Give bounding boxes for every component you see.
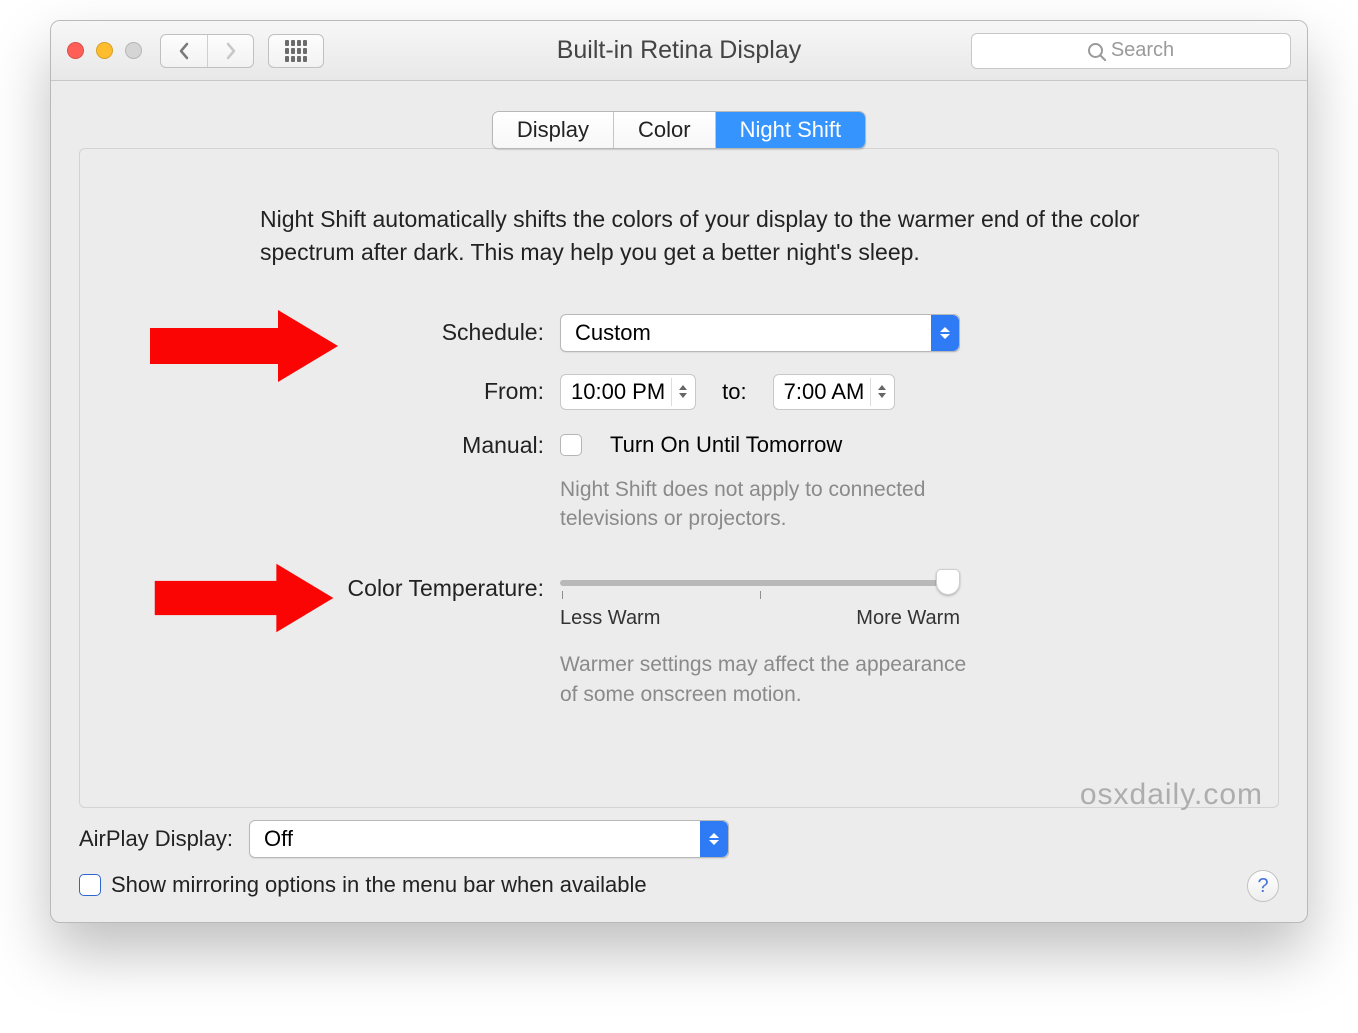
titlebar: Built-in Retina Display Search xyxy=(51,21,1307,81)
close-window-button[interactable] xyxy=(67,42,84,59)
window-controls xyxy=(67,42,142,59)
airplay-label: AirPlay Display: xyxy=(79,826,249,852)
preferences-window: Built-in Retina Display Search Display C… xyxy=(50,20,1308,923)
window-body: Display Color Night Shift Night Shift au… xyxy=(51,81,1307,922)
from-time-field[interactable]: 10:00 PM xyxy=(560,374,696,410)
popup-arrows-icon xyxy=(931,315,959,351)
description-text: Night Shift automatically shifts the col… xyxy=(260,203,1148,270)
slider-max-label: More Warm xyxy=(856,607,960,630)
slider-min-label: Less Warm xyxy=(560,607,660,630)
to-time-value: 7:00 AM xyxy=(784,379,865,405)
to-time-field[interactable]: 7:00 AM xyxy=(773,374,896,410)
manual-checkbox[interactable] xyxy=(560,434,582,456)
back-button[interactable] xyxy=(161,35,207,67)
search-placeholder: Search xyxy=(1111,39,1174,62)
tab-display[interactable]: Display xyxy=(493,112,614,148)
nav-back-forward xyxy=(160,34,254,68)
mirroring-checkbox[interactable] xyxy=(79,874,101,896)
tab-color[interactable]: Color xyxy=(614,112,716,148)
help-icon: ? xyxy=(1257,875,1268,898)
manual-checkbox-label: Turn On Until Tomorrow xyxy=(610,432,842,458)
color-temp-hint: Warmer settings may affect the appearanc… xyxy=(560,650,980,709)
search-icon xyxy=(1088,43,1103,58)
tab-night-shift[interactable]: Night Shift xyxy=(716,112,866,148)
from-time-value: 10:00 PM xyxy=(571,379,665,405)
grid-icon xyxy=(285,40,307,62)
help-button[interactable]: ? xyxy=(1247,870,1279,902)
manual-hint: Night Shift does not apply to connected … xyxy=(560,475,980,534)
zoom-window-button xyxy=(125,42,142,59)
to-label: to: xyxy=(714,379,754,405)
airplay-popup[interactable]: Off xyxy=(249,820,729,858)
popup-arrows-icon xyxy=(700,821,728,857)
manual-label: Manual: xyxy=(140,432,560,459)
tab-bar: Display Color Night Shift xyxy=(79,111,1279,149)
night-shift-panel: Night Shift automatically shifts the col… xyxy=(79,148,1279,808)
annotation-arrow-icon xyxy=(155,570,336,625)
search-field[interactable]: Search xyxy=(971,33,1291,69)
footer: AirPlay Display: Off Show mirroring opti… xyxy=(79,808,1279,904)
schedule-value: Custom xyxy=(575,320,651,346)
schedule-popup[interactable]: Custom xyxy=(560,314,960,352)
time-stepper[interactable] xyxy=(870,378,888,406)
time-stepper[interactable] xyxy=(671,378,689,406)
forward-button[interactable] xyxy=(207,35,253,67)
color-temperature-slider[interactable] xyxy=(560,575,960,589)
show-all-button[interactable] xyxy=(268,34,324,68)
airplay-value: Off xyxy=(264,826,293,852)
from-label: From: xyxy=(140,378,560,405)
mirroring-label: Show mirroring options in the menu bar w… xyxy=(111,872,647,898)
annotation-arrow-icon xyxy=(150,317,340,375)
minimize-window-button[interactable] xyxy=(96,42,113,59)
